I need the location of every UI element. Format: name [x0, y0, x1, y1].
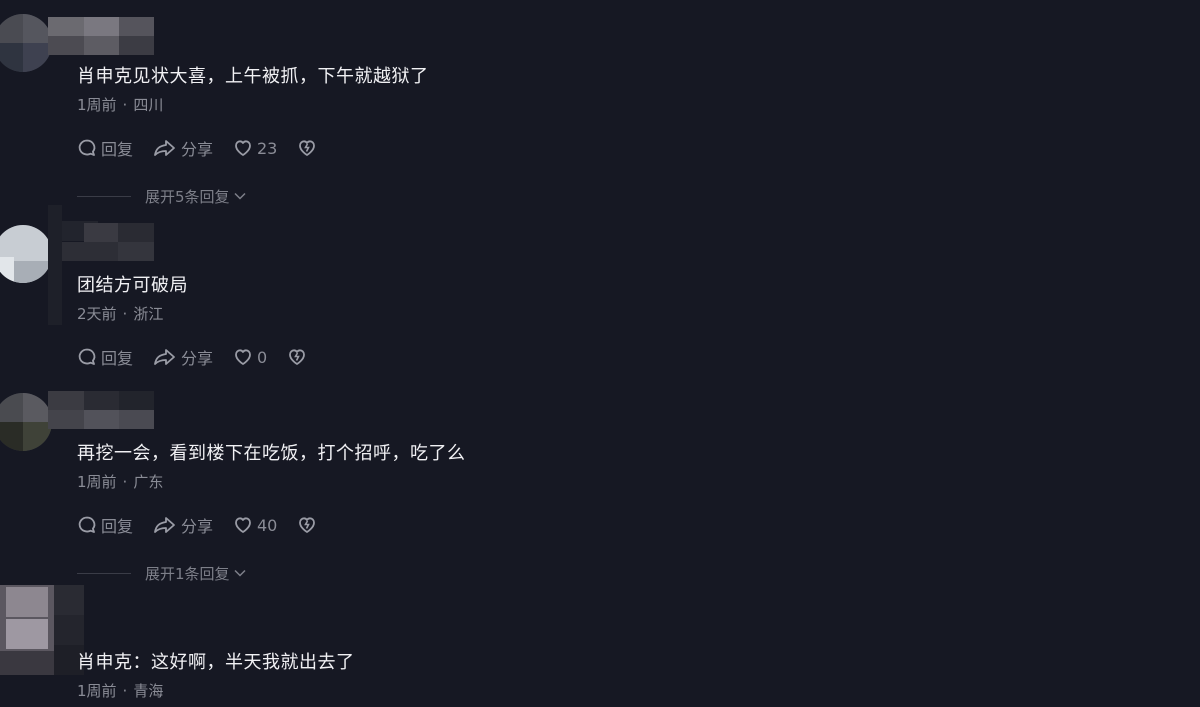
like-count: 40 [257, 515, 278, 535]
divider-line [77, 195, 131, 197]
separator: · [122, 96, 128, 114]
comment-item: 肖申克见状大喜，上午被抓，下午就越狱了 1周前 · 四川 回复 分享 23 展开5条… [0, 0, 1200, 210]
like-button[interactable]: 0 [233, 346, 267, 368]
comment-meta: 1周前 · 广东 [77, 471, 163, 492]
comment-text: 团结方可破局 [77, 275, 188, 296]
comment-meta: 2天前 · 浙江 [77, 303, 163, 324]
comment-bubble-icon [78, 139, 96, 156]
username-blurred[interactable] [48, 17, 154, 55]
divider-line [77, 572, 131, 574]
reply-button[interactable]: 回复 [77, 514, 133, 536]
reply-button[interactable]: 回复 [77, 137, 133, 159]
share-button[interactable]: 分享 [153, 137, 213, 159]
dislike-button[interactable] [287, 346, 311, 368]
comment-time: 1周前 [77, 96, 117, 114]
separator: · [122, 305, 128, 323]
avatar[interactable] [0, 225, 52, 283]
expand-label: 展开1条回复 [145, 564, 230, 583]
comment-location: 青海 [133, 682, 164, 700]
heart-icon [235, 517, 251, 533]
expand-label: 展开5条回复 [145, 187, 230, 206]
broken-heart-icon [289, 349, 305, 365]
share-label: 分享 [181, 517, 214, 536]
comment-text: 肖申克：这好啊，半天我就出去了 [77, 652, 355, 673]
comment-location: 广东 [133, 473, 164, 491]
expand-replies-button[interactable]: 展开5条回复 [77, 186, 247, 206]
comment-item: 团结方可破局 2天前 · 浙江 回复 分享 0 [0, 205, 1200, 385]
like-count: 0 [257, 347, 268, 367]
broken-heart-icon [299, 140, 315, 156]
comment-bubble-icon [78, 516, 96, 533]
username-blurred[interactable] [48, 391, 154, 429]
broken-heart-icon [299, 517, 315, 533]
comment-location: 浙江 [133, 305, 164, 323]
comment-text: 肖申克见状大喜，上午被抓，下午就越狱了 [77, 66, 429, 87]
heart-icon [235, 349, 251, 365]
comment-meta: 1周前 · 青海 [77, 680, 163, 701]
comment-time: 1周前 [77, 682, 117, 700]
separator: · [122, 682, 128, 700]
share-arrow-icon [154, 349, 175, 365]
like-button[interactable]: 40 [233, 514, 277, 536]
separator: · [122, 473, 128, 491]
share-label: 分享 [181, 349, 214, 368]
comment-time: 2天前 [77, 305, 117, 323]
reply-label: 回复 [101, 140, 134, 159]
like-button[interactable]: 23 [233, 137, 277, 159]
comment-item: 再挖一会，看到楼下在吃饭，打个招呼，吃了么 1周前 · 广东 回复 分享 40 展开… [0, 385, 1200, 585]
share-label: 分享 [181, 140, 214, 159]
comment-location: 四川 [133, 96, 164, 114]
comment-item: 肖申克：这好啊，半天我就出去了 1周前 · 青海 [0, 585, 1200, 707]
like-count: 23 [257, 138, 278, 158]
dislike-button[interactable] [297, 137, 321, 159]
avatar[interactable] [0, 585, 54, 675]
avatar[interactable] [0, 393, 52, 451]
reply-button[interactable]: 回复 [77, 346, 133, 368]
reply-label: 回复 [101, 517, 134, 536]
comment-text: 再挖一会，看到楼下在吃饭，打个招呼，吃了么 [77, 443, 466, 464]
heart-icon [235, 140, 251, 156]
comment-bubble-icon [78, 348, 96, 365]
share-button[interactable]: 分享 [153, 514, 213, 536]
share-arrow-icon [154, 517, 175, 533]
share-arrow-icon [154, 140, 175, 156]
share-button[interactable]: 分享 [153, 346, 213, 368]
chevron-down-icon [234, 569, 246, 577]
dislike-button[interactable] [297, 514, 321, 536]
avatar[interactable] [0, 14, 52, 72]
comment-time: 1周前 [77, 473, 117, 491]
comment-meta: 1周前 · 四川 [77, 94, 163, 115]
expand-replies-button[interactable]: 展开1条回复 [77, 563, 247, 583]
chevron-down-icon [234, 192, 246, 200]
reply-label: 回复 [101, 349, 134, 368]
